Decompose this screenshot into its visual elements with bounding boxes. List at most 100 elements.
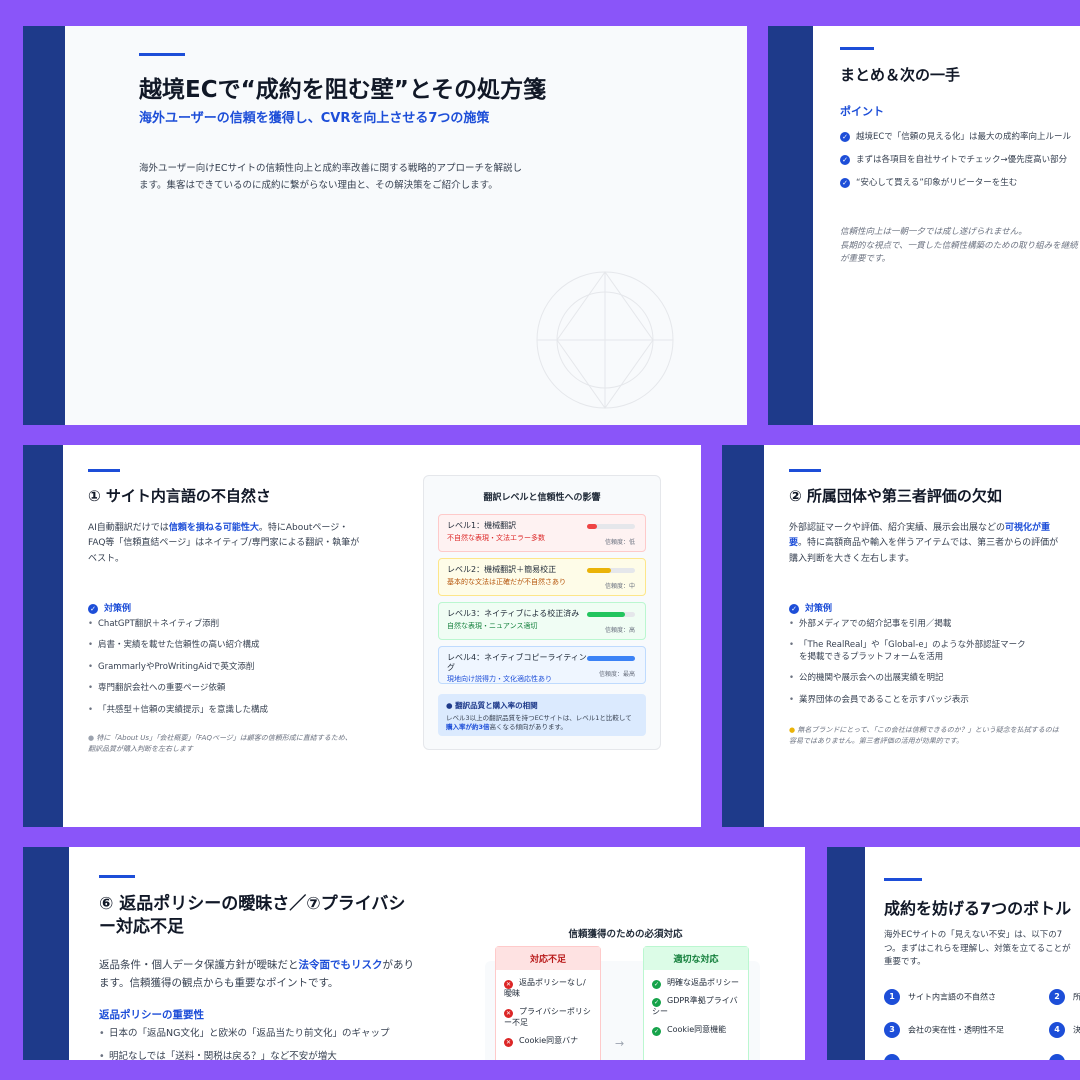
third-party-footnote: ● 無名ブランドにとって、「この会社は信頼できるのか？」という疑念を払拭するのは… xyxy=(789,726,1059,745)
list-item: GrammarlyやProWritingAidで英文添削 xyxy=(88,662,378,674)
summary-point: ✓ “安心して買える”印象がリピーターを生む xyxy=(840,176,1080,199)
bottlenecks-title: 成約を妨げる7つのボトル xyxy=(884,899,1072,918)
bottleneck-item: 1 サイト内言語の不自然さ xyxy=(884,989,1034,1005)
list-item: ChatGPT翻訳＋ネイティブ添削 xyxy=(88,619,378,631)
number-badge: 3 xyxy=(884,1022,900,1038)
x-circle-icon: ✕ xyxy=(504,980,513,989)
decorative-circle-icon xyxy=(536,271,674,409)
policy-bullets: 日本の「返品NG文化」と欧米の「返品当たり前文化」のギャップ 明記なしでは「送料… xyxy=(99,1028,439,1060)
insufficient-header: 対応不足 xyxy=(496,947,600,970)
list-item: 外部メディアでの紹介記事を引用／掲載 xyxy=(789,619,1029,631)
third-party-title: ② 所属団体や第三者評価の欠如 xyxy=(789,487,1002,505)
check-icon: ✓ xyxy=(789,603,799,614)
list-item: 肩書・実績を載せた信頼性の高い紹介構成 xyxy=(88,640,378,652)
list-item: ✕ Cookie同意バナ xyxy=(504,1035,579,1047)
list-item: ✓ GDPR準拠プライバシー xyxy=(652,996,738,1016)
slide-band xyxy=(827,847,865,1060)
check-circle-icon: ✓ xyxy=(652,1026,661,1036)
confidence-bar xyxy=(587,524,635,529)
list-item: 日本の「返品NG文化」と欧米の「返品当たり前文化」のギャップ xyxy=(99,1028,439,1041)
slide-language: ① サイト内言語の不自然さ AI自動翻訳だけでは信頼を損ねる可能性大。特にAbo… xyxy=(23,445,701,827)
summary-points: ✓ 越境ECで「信頼の見える化」は最大の成約率向上ルール ✓ まずは各項目を自社サイ… xyxy=(840,130,1080,199)
arrow-icon: → xyxy=(615,1037,625,1050)
slide-band xyxy=(23,445,63,827)
list-item: 「共感型＋信頼の実績提示」を意識した構成 xyxy=(88,705,378,717)
accent-bar xyxy=(99,875,135,878)
number-badge xyxy=(884,1054,900,1060)
policy-panel-title: 信頼獲得のための必須対応 xyxy=(568,929,683,940)
x-circle-icon: ✕ xyxy=(504,1037,513,1047)
x-circle-icon: ✕ xyxy=(504,1008,513,1018)
panel-title: 翻訳レベルと信頼性への影響 xyxy=(483,493,601,503)
confidence-bar xyxy=(587,568,635,573)
measures-list: 外部メディアでの紹介記事を引用／掲載 「The RealReal」や「Globa… xyxy=(789,619,1029,716)
translation-panel: 翻訳レベルと信頼性への影響 レベル1：機械翻訳 不自然な表現・文法エラー多数 信… xyxy=(423,475,661,750)
slide-band xyxy=(23,26,65,425)
number-badge: 2 xyxy=(1049,989,1065,1005)
slide-description: 海外ユーザー向けECサイトの信頼性向上と成約率改善に関する戦略的アプローチを解説… xyxy=(139,163,522,191)
check-circle-icon: ✓ xyxy=(652,980,661,989)
language-intro: AI自動翻訳だけでは信頼を損ねる可能性大。特にAboutページ・FAQ等「信頼直… xyxy=(88,523,360,564)
accent-bar xyxy=(840,47,874,50)
check-icon: ✓ xyxy=(88,603,98,614)
list-item: ✕ 返品ポリシーなし/曖昧 xyxy=(504,978,586,998)
language-footnote: ● 特に「About Us」「会社概要」「FAQページ」は顧客の信頼形成に直結す… xyxy=(88,734,352,753)
check-circle-icon: ✓ xyxy=(652,998,661,1007)
slide-summary: まとめ＆次の一手 ポイント ✓ 越境ECで「信頼の見える化」は最大の成約率向上ルー… xyxy=(768,26,1080,425)
slide-band xyxy=(23,847,69,1060)
bottleneck-item: 4決 xyxy=(1049,1022,1080,1038)
list-item: 専門翻訳会社への重要ページ依頼 xyxy=(88,683,378,695)
measures-list: ChatGPT翻訳＋ネイティブ添削 肩書・実績を載せた信頼性の高い紹介構成 Gr… xyxy=(88,619,378,726)
confidence-bar xyxy=(587,612,635,617)
bottleneck-item: 3 会社の実在性・透明性不足 xyxy=(884,1022,1034,1038)
slide-bottlenecks: 成約を妨げる7つのボトル 海外ECサイトの「見えない不安」は、以下の7つ。まずは… xyxy=(827,847,1080,1060)
list-item: ✓ Cookie同意機能 xyxy=(652,1024,727,1036)
policy-intro: 返品条件・個人データ保護方針が曖昧だと法令面でもリスクがあります。信頼獲得の観点… xyxy=(99,959,414,989)
accent-bar xyxy=(884,878,922,881)
slide-title: 越境ECで“成約を阻む壁”とその処方箋 海外ユーザーの信頼を獲得し、CVRを向上… xyxy=(23,26,747,425)
check-icon: ✓ xyxy=(840,177,850,188)
accent-bar xyxy=(789,469,821,472)
level-card: レベル1：機械翻訳 不自然な表現・文法エラー多数 信頼度：低 xyxy=(438,514,646,552)
slide-band xyxy=(722,445,764,827)
language-title: ① サイト内言語の不自然さ xyxy=(88,487,271,505)
lightbulb-icon: ● xyxy=(446,701,456,710)
summary-section-heading: ポイント xyxy=(840,105,884,118)
list-item: 明記なしでは「送料・関税は戻る？」など不安が増大 xyxy=(99,1051,439,1060)
summary-point: ✓ まずは各項目を自社サイトでチェック→優先度高い部分 xyxy=(840,153,1080,176)
slide-policy: ⑥ 返品ポリシーの曖昧さ／⑦プライバシー対応不足 返品条件・個人データ保護方針が… xyxy=(23,847,805,1060)
policy-title: ⑥ 返品ポリシーの曖昧さ／⑦プライバシー対応不足 xyxy=(99,894,406,937)
slide-band xyxy=(768,26,813,425)
appropriate-header: 適切な対応 xyxy=(644,947,748,970)
third-party-intro: 外部認証マークや評価、紹介実績、展示会出展などの可視化が重要。特に高額商品や輸入… xyxy=(789,523,1059,564)
measures-heading: ✓ 対策例 xyxy=(88,601,131,614)
confidence-bar xyxy=(587,656,635,661)
summary-point: ✓ 越境ECで「信頼の見える化」は最大の成約率向上ルール xyxy=(840,130,1080,153)
number-badge: 1 xyxy=(884,989,900,1005)
list-item: 業界団体の会員であることを示すバッジ表示 xyxy=(789,695,1029,707)
check-icon: ✓ xyxy=(840,131,850,142)
number-badge xyxy=(1049,1054,1065,1060)
slide-third-party: ② 所属団体や第三者評価の欠如 外部認証マークや評価、紹介実績、展示会出展などの… xyxy=(722,445,1080,827)
level-card: レベル2：機械翻訳＋簡易校正 基本的な文法は正確だが不自然さあり 信頼度：中 xyxy=(438,558,646,596)
slide-title-heading: 越境ECで“成約を阻む壁”とその処方箋 xyxy=(139,77,547,103)
list-item: ✕ プライバシーポリシー不足 xyxy=(504,1006,591,1027)
summary-title: まとめ＆次の一手 xyxy=(840,66,961,84)
accent-bar xyxy=(88,469,120,472)
insight-box: ● 翻訳品質と購入率の相関 レベル3以上の翻訳品質を持つECサイトは、レベル1と… xyxy=(438,694,646,736)
measures-heading: ✓ 対策例 xyxy=(789,601,832,614)
list-item: ✓ 明確な返品ポリシー xyxy=(652,978,739,989)
accent-bar xyxy=(139,53,185,56)
appropriate-column: 適切な対応 ✓ 明確な返品ポリシー ✓ GDPR準拠プライバシー ✓ Cookie同意… xyxy=(643,946,749,1060)
level-card: レベル3：ネイティブによる校正済み 自然な表現・ニュアンス適切 信頼度：高 xyxy=(438,602,646,640)
insufficient-column: 対応不足 ✕ 返品ポリシーなし/曖昧 ✕ プライバシーポリシー不足 ✕ Cookie同… xyxy=(495,946,601,1060)
summary-note: 信頼性向上は一朝一夕では成し遂げられません。 長期的な視点で、一貫した信頼性構築… xyxy=(840,227,1078,265)
list-item: 公的機関や展示会への出展実績を明記 xyxy=(789,673,1029,685)
slide-subtitle: 海外ユーザーの信頼を獲得し、CVRを向上させる7つの施策 xyxy=(139,111,490,126)
number-badge: 4 xyxy=(1049,1022,1065,1038)
bottleneck-item: 2所 xyxy=(1049,989,1080,1005)
level-card: レベル4：ネイティブコピーライティング 現地向け説得力・文化適応性あり 信頼度：… xyxy=(438,646,646,684)
bottlenecks-intro: 海外ECサイトの「見えない不安」は、以下の7つ。まずはこれらを理解し、対策を立て… xyxy=(884,930,1071,968)
policy-section-heading: 返品ポリシーの重要性 xyxy=(99,1009,204,1021)
check-icon: ✓ xyxy=(840,154,850,165)
